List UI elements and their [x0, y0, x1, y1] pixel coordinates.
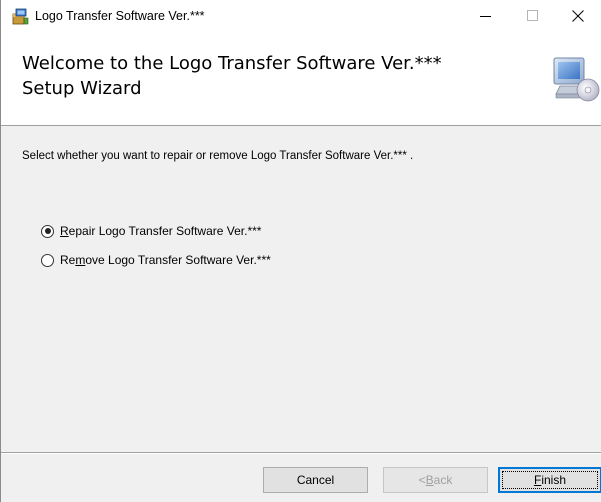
- repair-option-label: Repair Logo Transfer Software Ver.***: [60, 224, 262, 238]
- remove-option-label: Remove Logo Transfer Software Ver.***: [60, 253, 271, 267]
- close-icon: [572, 10, 584, 22]
- window-title: Logo Transfer Software Ver.***: [35, 9, 205, 23]
- page-title: Welcome to the Logo Transfer Software Ve…: [22, 51, 522, 101]
- maximize-button[interactable]: [510, 0, 556, 32]
- title-bar[interactable]: Logo Transfer Software Ver.***: [1, 0, 601, 32]
- installer-icon: [12, 8, 29, 25]
- instruction-text: Select whether you want to repair or rem…: [22, 150, 414, 162]
- wizard-banner: Welcome to the Logo Transfer Software Ve…: [1, 32, 601, 126]
- repair-radio[interactable]: [41, 224, 54, 238]
- computer-cd-icon: [553, 57, 600, 102]
- finish-button-focus: Finish: [502, 471, 598, 489]
- remove-option[interactable]: Remove Logo Transfer Software Ver.***: [41, 251, 271, 269]
- finish-button[interactable]: Finish: [498, 467, 601, 493]
- cancel-button[interactable]: Cancel: [263, 467, 368, 493]
- maximize-icon: [527, 10, 538, 21]
- close-button[interactable]: [555, 0, 601, 32]
- page-title-line-1: Welcome to the Logo Transfer Software Ve…: [22, 53, 442, 74]
- minimize-icon: [480, 16, 491, 17]
- bottom-divider: [1, 452, 601, 454]
- page-title-line-2: Setup Wizard: [22, 78, 142, 99]
- remove-radio[interactable]: [41, 253, 54, 267]
- back-button[interactable]: < Back: [383, 467, 488, 493]
- minimize-button[interactable]: [463, 0, 509, 32]
- repair-option[interactable]: Repair Logo Transfer Software Ver.***: [41, 222, 261, 240]
- setup-wizard-window: Logo Transfer Software Ver.*** Welcome t…: [0, 0, 601, 502]
